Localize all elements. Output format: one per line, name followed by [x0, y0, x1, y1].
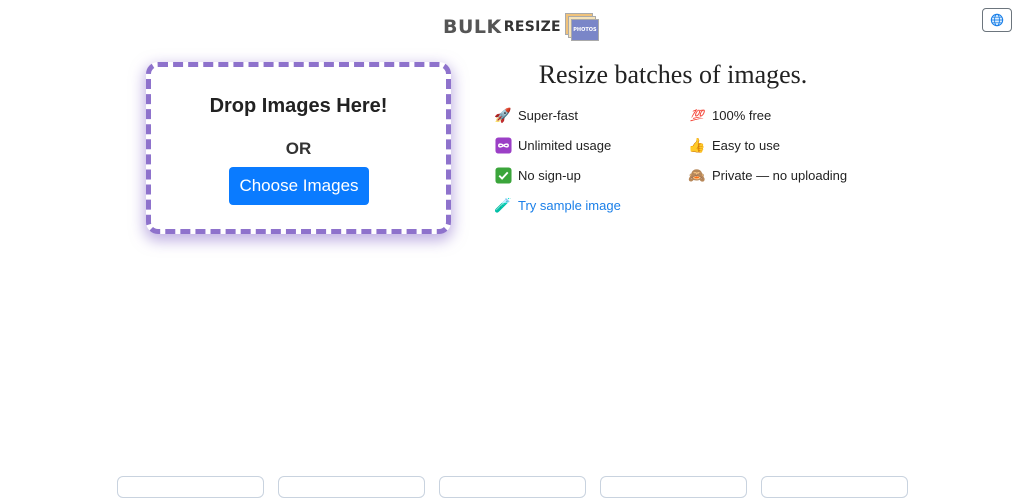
bottom-card[interactable]: [278, 476, 425, 498]
bottom-card[interactable]: [600, 476, 747, 498]
feature-no-sign-up: No sign-up: [494, 166, 581, 184]
hundred-icon: 💯: [690, 109, 704, 122]
infinity-icon: [494, 136, 512, 154]
feature-unlimited-usage: Unlimited usage: [494, 136, 611, 154]
thumbs-up-icon: 👍: [688, 136, 706, 153]
bottom-card[interactable]: [439, 476, 586, 498]
bottom-card[interactable]: [761, 476, 908, 498]
site-logo[interactable]: BULK RESIZE PHOTOS: [443, 12, 599, 42]
try-sample-image-link[interactable]: 🧪 Try sample image: [494, 196, 621, 214]
photos-stack-icon: PHOTOS: [564, 13, 599, 41]
logo-resize-text: RESIZE: [503, 19, 561, 35]
feature-super-fast: 🚀 Super-fast: [494, 106, 578, 123]
feature-private: 🙈 Private — no uploading: [688, 166, 848, 183]
logo-bulk-text: BULK: [443, 16, 502, 38]
dropzone-or-label: OR: [285, 139, 312, 158]
see-no-evil-monkey-icon: 🙈: [688, 166, 706, 183]
globe-icon: [990, 13, 1004, 27]
image-dropzone[interactable]: Drop Images Here! OR Choose Images: [146, 62, 451, 234]
check-icon: [494, 166, 512, 184]
test-tube-icon: 🧪: [494, 196, 512, 213]
feature-free: 💯 100% free: [688, 106, 771, 124]
language-button[interactable]: [982, 8, 1012, 32]
rocket-icon: 🚀: [494, 106, 512, 123]
choose-images-button[interactable]: Choose Images: [229, 167, 369, 205]
feature-easy-to-use: 👍 Easy to use: [688, 136, 780, 153]
dropzone-title: Drop Images Here!: [209, 95, 388, 117]
page-headline: Resize batches of images.: [538, 60, 808, 89]
bottom-card[interactable]: [117, 476, 264, 498]
